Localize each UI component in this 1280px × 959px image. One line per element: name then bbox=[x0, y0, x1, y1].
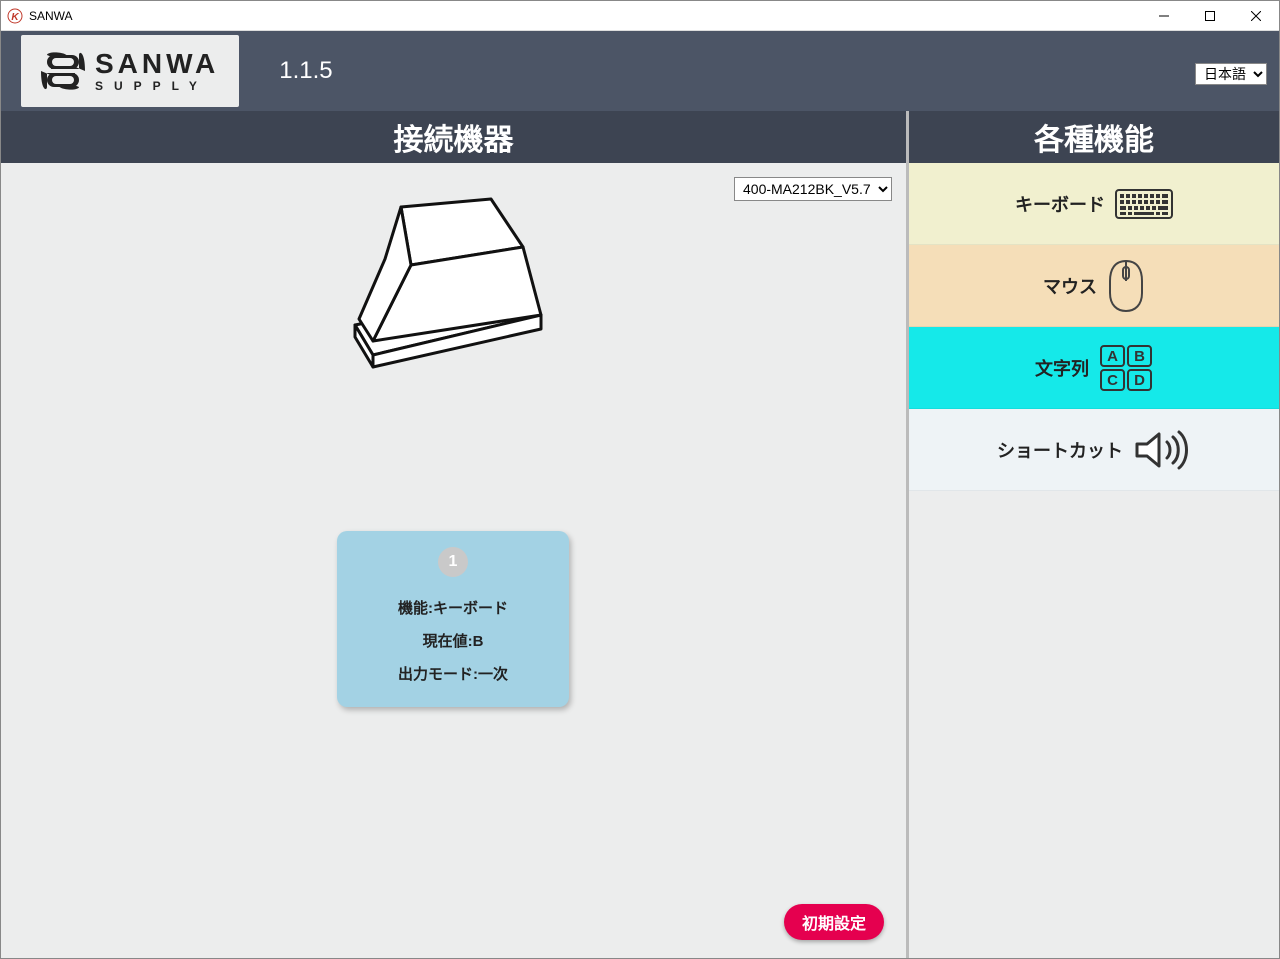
maximize-button[interactable] bbox=[1187, 1, 1233, 31]
pedal-value-line: 現在値:B bbox=[423, 630, 484, 651]
function-mouse-label: マウス bbox=[1043, 273, 1097, 299]
section-headers: 接続機器 各種機能 bbox=[1, 111, 1279, 163]
language-select[interactable]: 日本語 bbox=[1195, 63, 1267, 85]
foot-pedal-icon bbox=[341, 193, 571, 378]
main-panel: 400-MA212BK_V5.7 1 機能:キーボード bbox=[1, 163, 909, 958]
window-title: SANWA bbox=[29, 9, 73, 23]
functions-header: 各種機能 bbox=[909, 111, 1279, 163]
logo-mark-icon bbox=[41, 49, 85, 93]
close-button[interactable] bbox=[1233, 1, 1279, 31]
speaker-icon bbox=[1133, 428, 1191, 472]
pedal-config-card[interactable]: 1 機能:キーボード 現在値:B 出力モード:一次 bbox=[337, 531, 569, 707]
minimize-button[interactable] bbox=[1141, 1, 1187, 31]
svg-text:K: K bbox=[11, 12, 19, 23]
svg-text:D: D bbox=[1134, 372, 1145, 389]
pedal-number-badge: 1 bbox=[438, 547, 468, 577]
functions-panel: キーボード マウス bbox=[909, 163, 1279, 958]
header-bar: SANWA SUPPLY 1.1.5 日本語 bbox=[1, 31, 1279, 111]
abcd-grid-icon: A B C D bbox=[1099, 344, 1153, 392]
mouse-icon bbox=[1107, 259, 1145, 313]
keyboard-icon bbox=[1115, 189, 1173, 219]
logo-main-text: SANWA bbox=[95, 50, 219, 78]
app-window: K SANWA bbox=[0, 0, 1280, 959]
content-area: 400-MA212BK_V5.7 1 機能:キーボード bbox=[1, 163, 1279, 958]
svg-text:B: B bbox=[1134, 348, 1145, 365]
svg-text:A: A bbox=[1107, 348, 1118, 365]
logo: SANWA SUPPLY bbox=[21, 35, 239, 107]
version-label: 1.1.5 bbox=[279, 57, 332, 85]
function-string-label: 文字列 bbox=[1035, 355, 1089, 381]
function-mouse[interactable]: マウス bbox=[909, 245, 1279, 327]
titlebar: K SANWA bbox=[1, 1, 1279, 31]
function-string[interactable]: 文字列 A B C D bbox=[909, 327, 1279, 409]
app-icon: K bbox=[7, 8, 23, 24]
pedal-mode-line: 出力モード:一次 bbox=[398, 663, 508, 684]
svg-text:C: C bbox=[1107, 372, 1118, 389]
pedal-function-line: 機能:キーボード bbox=[398, 597, 508, 618]
device-select[interactable]: 400-MA212BK_V5.7 bbox=[734, 177, 892, 201]
logo-sub-text: SUPPLY bbox=[95, 80, 219, 92]
function-shortcut[interactable]: ショートカット bbox=[909, 409, 1279, 491]
function-shortcut-label: ショートカット bbox=[997, 437, 1123, 463]
connected-devices-header: 接続機器 bbox=[1, 111, 909, 163]
function-keyboard-label: キーボード bbox=[1015, 191, 1105, 217]
function-keyboard[interactable]: キーボード bbox=[909, 163, 1279, 245]
reset-button[interactable]: 初期設定 bbox=[784, 904, 884, 940]
